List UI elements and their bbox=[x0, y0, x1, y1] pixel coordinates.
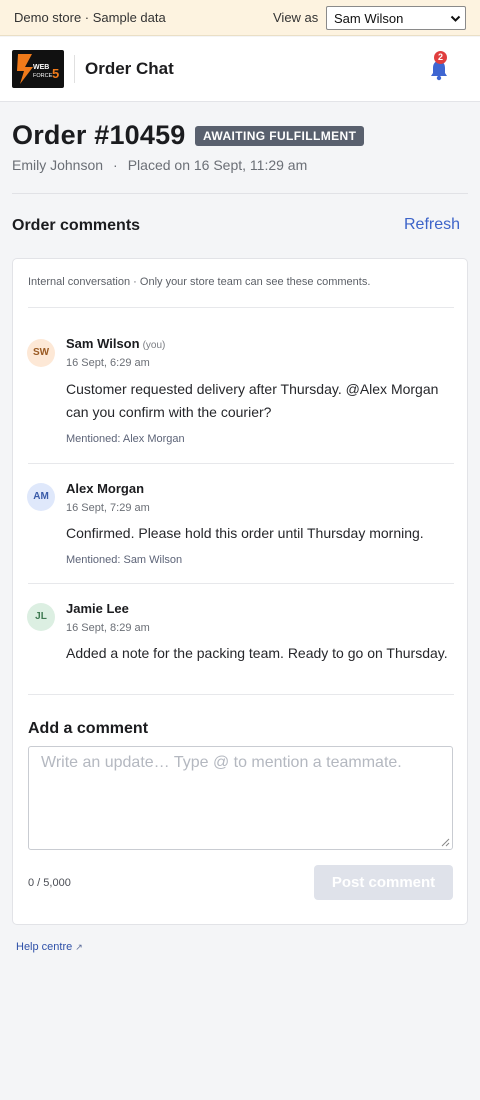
avatar: SW bbox=[27, 339, 55, 367]
demo-bar: Demo store · Sample data View as Sam Wil… bbox=[0, 0, 480, 36]
avatar: JL bbox=[27, 603, 55, 631]
comment-author-name: Jamie Lee bbox=[66, 601, 129, 616]
view-as-select[interactable]: Sam Wilson bbox=[326, 6, 466, 30]
char-count: 0 / 5,000 bbox=[28, 877, 71, 889]
section-divider bbox=[12, 193, 468, 194]
comment-body: Customer requested delivery after Thursd… bbox=[66, 381, 439, 420]
order-meta: Emily Johnson · Placed on 16 Sept, 11:29 a… bbox=[12, 157, 307, 173]
resize-grip-icon[interactable] bbox=[441, 838, 450, 847]
svg-text:FORCE: FORCE bbox=[33, 73, 53, 79]
status-badge: AWAITING FULFILLMENT bbox=[195, 126, 365, 146]
view-as-label: View as bbox=[273, 10, 319, 25]
you-label: (you) bbox=[142, 340, 166, 351]
comment-time: 16 Sept, 7:29 am bbox=[66, 502, 150, 514]
add-comment-title: Add a comment bbox=[28, 720, 149, 737]
brand-logo[interactable]: WEB FORCE 5 bbox=[12, 50, 64, 88]
svg-text:WEB: WEB bbox=[33, 64, 49, 71]
customer-name: Emily Johnson bbox=[12, 157, 104, 173]
view-as-selected-value: Sam Wilson bbox=[334, 11, 404, 26]
comment-placeholder: Write an update… Type @ to mention a tea… bbox=[41, 754, 402, 771]
post-comment-button[interactable]: Post comment bbox=[314, 865, 453, 900]
placed-date: Placed on 16 Sept, 11:29 am bbox=[127, 157, 308, 173]
brand-logo-mark: WEB FORCE 5 bbox=[17, 54, 59, 84]
comment-body: Added a note for the packing team. Ready… bbox=[66, 645, 448, 661]
svg-text:5: 5 bbox=[52, 66, 59, 81]
card-divider bbox=[28, 307, 454, 308]
help-centre-link[interactable]: Help centre ↗ bbox=[16, 941, 83, 953]
help-centre-label: Help centre bbox=[16, 941, 73, 953]
comment-body: Confirmed. Please hold this order until … bbox=[66, 525, 424, 541]
header-divider bbox=[74, 55, 75, 83]
page-header-title: Order Chat bbox=[85, 59, 174, 78]
order-title: Order #10459 bbox=[12, 120, 186, 150]
notification-badge: 2 bbox=[434, 51, 447, 64]
internal-note: Internal conversation · Only your store … bbox=[28, 276, 371, 288]
comments-card: Internal conversation · Only your store … bbox=[12, 258, 468, 925]
comment-divider bbox=[28, 463, 454, 464]
card-divider bbox=[28, 694, 454, 695]
refresh-button[interactable]: Refresh bbox=[404, 216, 460, 234]
comment-divider bbox=[28, 583, 454, 584]
comment-time: 16 Sept, 8:29 am bbox=[66, 622, 150, 634]
comments-section-title: Order comments bbox=[12, 217, 141, 234]
meta-separator: · bbox=[113, 157, 118, 173]
comment-textarea[interactable]: Write an update… Type @ to mention a tea… bbox=[28, 746, 453, 850]
app-header: WEB FORCE 5 Order Chat bbox=[0, 37, 480, 102]
chevron-down-icon bbox=[450, 15, 461, 22]
comment-author-name: Sam Wilson bbox=[66, 336, 140, 351]
comment-time: 16 Sept, 6:29 am bbox=[66, 357, 150, 369]
demo-store-text: Demo store · Sample data bbox=[14, 10, 166, 25]
comment-author: Sam Wilson (you) bbox=[66, 336, 165, 351]
comment-mention: Mentioned: Alex Morgan bbox=[66, 433, 185, 445]
external-link-icon: ↗ bbox=[75, 942, 83, 952]
avatar: AM bbox=[27, 483, 55, 511]
comment-author-name: Alex Morgan bbox=[66, 481, 145, 496]
comment-mention: Mentioned: Sam Wilson bbox=[66, 554, 183, 566]
